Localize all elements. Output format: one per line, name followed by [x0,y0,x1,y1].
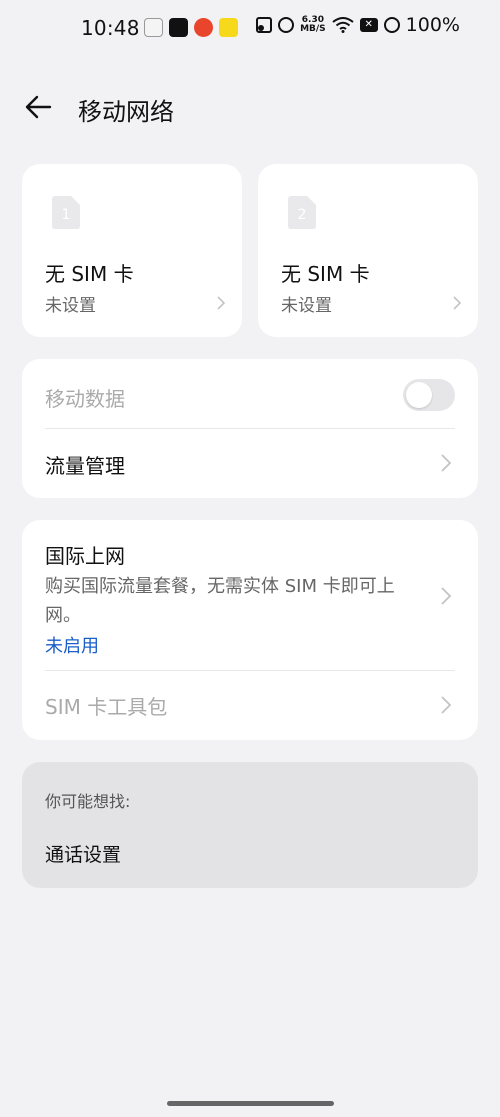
chevron-right-icon [441,696,452,714]
international-internet-row[interactable]: 国际上网 购买国际流量套餐，无需实体 SIM 卡即可上网。 未启用 [22,520,478,670]
mobile-data-card: 移动数据 流量管理 [22,359,478,498]
nfc-icon [256,17,273,33]
capcut-icon [169,18,188,37]
international-internet-description: 购买国际流量套餐，无需实体 SIM 卡即可上网。 [45,576,395,626]
sim-card-icon: 1 [52,196,80,229]
international-internet-title: 国际上网 [45,544,125,568]
arrow-left-icon[interactable] [22,92,56,122]
sim-card-2[interactable]: 2 无 SIM 卡 未设置 [258,164,478,337]
suggestion-call-settings[interactable]: 通话设置 [45,840,121,867]
wifi-icon [332,17,354,33]
mobile-data-label: 移动数据 [45,387,125,411]
battery-icon [383,17,400,33]
status-right: 6.30 MB/S ✕ 100% [256,14,460,36]
sim-name: 无 SIM 卡 [45,262,134,286]
chevron-right-icon [441,587,452,605]
suggestions-card: 你可能想找: 通话设置 [22,762,478,888]
weibo-icon [194,18,213,37]
suggestions-heading: 你可能想找: [45,792,131,811]
page-title: 移动网络 [78,98,174,126]
sim-toolkit-row[interactable]: SIM 卡工具包 [22,671,478,740]
international-card: 国际上网 购买国际流量套餐，无需实体 SIM 卡即可上网。 未启用 SIM 卡工… [22,520,478,740]
battery-percent: 100% [405,14,460,36]
home-indicator[interactable] [167,1101,334,1106]
sim-name: 无 SIM 卡 [281,262,370,286]
chevron-right-icon [453,296,462,310]
chevron-right-icon [217,296,226,310]
alarm-icon [278,17,295,33]
app-notification-icon [144,18,163,37]
app-badge-icon [219,18,238,37]
toggle-knob [406,382,432,408]
status-time: 10:48 [81,16,140,40]
mobile-data-toggle[interactable] [403,379,455,411]
network-speed-unit: MB/S [300,24,326,34]
notification-icons [144,18,264,37]
sim-status: 未设置 [45,296,96,316]
no-sim-icon: ✕ [359,18,378,32]
traffic-management-label: 流量管理 [45,454,125,478]
sim-card-icon: 2 [288,196,316,229]
chevron-right-icon [441,454,452,472]
sim-slot-number: 1 [62,207,71,223]
sim-toolkit-label: SIM 卡工具包 [45,695,168,719]
international-internet-status: 未启用 [45,636,99,657]
network-speed: 6.30 MB/S [300,16,326,34]
sim-slot-number: 2 [298,207,307,223]
sim-card-1[interactable]: 1 无 SIM 卡 未设置 [22,164,242,337]
traffic-management-row[interactable]: 流量管理 [22,429,478,498]
status-bar: 10:48 6.30 MB/S ✕ 100% [0,0,500,58]
sim-status: 未设置 [281,296,332,316]
mobile-data-row: 移动数据 [22,359,478,428]
page-header: 移动网络 [0,80,500,136]
